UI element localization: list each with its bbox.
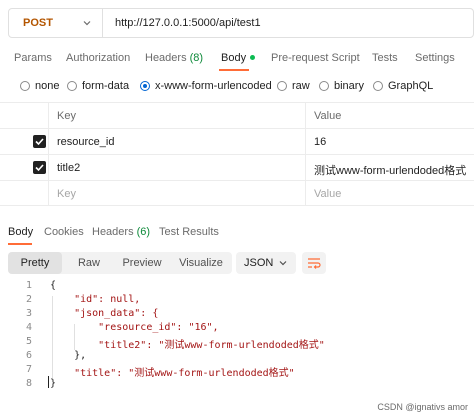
headers-count: (8) bbox=[189, 52, 204, 64]
code-line: "title2": "测试www-form-urlendoded格式" bbox=[50, 340, 325, 351]
value-header: Value bbox=[314, 110, 342, 122]
wrap-lines-button[interactable] bbox=[302, 252, 326, 274]
value-placeholder[interactable]: Value bbox=[314, 188, 341, 200]
view-preview-button[interactable]: Preview bbox=[114, 252, 170, 274]
view-raw-button[interactable]: Raw bbox=[64, 252, 114, 274]
chevron-down-icon bbox=[279, 261, 287, 266]
radio-raw[interactable]: raw bbox=[277, 80, 310, 92]
tab-response-body[interactable]: Body bbox=[8, 226, 33, 238]
key-header: Key bbox=[57, 110, 76, 122]
view-mode-group: Pretty Raw Preview Visualize bbox=[8, 252, 232, 274]
table-row: title2 测试www-form-urlendoded格式 bbox=[0, 154, 474, 180]
code-line: "json_data": { bbox=[50, 308, 159, 319]
tab-settings[interactable]: Settings bbox=[415, 52, 455, 64]
radio-binary[interactable]: binary bbox=[319, 80, 364, 92]
request-bar: POST http://127.0.0.1:5000/api/test1 bbox=[8, 8, 474, 38]
view-pretty-button[interactable]: Pretty bbox=[8, 252, 62, 274]
row-key[interactable]: resource_id bbox=[57, 136, 114, 148]
radio-icon bbox=[20, 81, 30, 91]
format-select[interactable]: JSON bbox=[236, 252, 296, 274]
code-line: "id": null, bbox=[50, 294, 141, 305]
tab-cookies[interactable]: Cookies bbox=[44, 226, 84, 238]
view-visualize-button[interactable]: Visualize bbox=[170, 252, 232, 274]
radio-form-data[interactable]: form-data bbox=[67, 80, 129, 92]
code-line: }, bbox=[50, 350, 87, 361]
row-value[interactable]: 16 bbox=[314, 136, 326, 148]
code-line: "resource_id": "16", bbox=[50, 322, 219, 333]
line-number: 1 bbox=[25, 280, 32, 291]
key-placeholder[interactable]: Key bbox=[57, 188, 76, 200]
radio-icon bbox=[67, 81, 77, 91]
line-number: 3 bbox=[25, 308, 32, 319]
radio-icon bbox=[277, 81, 287, 91]
wrap-lines-icon bbox=[308, 258, 321, 269]
code-line: } bbox=[50, 378, 57, 389]
text-cursor bbox=[48, 376, 49, 388]
url-input[interactable]: http://127.0.0.1:5000/api/test1 bbox=[103, 17, 261, 29]
line-number: 7 bbox=[25, 364, 32, 375]
radio-icon bbox=[373, 81, 383, 91]
body-status-dot bbox=[250, 54, 256, 60]
table-row: resource_id 16 bbox=[0, 128, 474, 154]
code-line: { bbox=[50, 280, 57, 291]
line-number: 8 bbox=[25, 378, 32, 389]
tab-pre-request-script[interactable]: Pre-request Script bbox=[271, 52, 360, 64]
tab-body[interactable]: Body bbox=[221, 52, 256, 64]
tab-authorization[interactable]: Authorization bbox=[66, 52, 130, 64]
watermark: CSDN @ignativs amor bbox=[377, 402, 468, 412]
line-number: 4 bbox=[25, 322, 32, 333]
format-label: JSON bbox=[244, 257, 274, 269]
radio-none[interactable]: none bbox=[20, 80, 59, 92]
table-row-placeholder: Key Value bbox=[0, 180, 474, 206]
response-active-tab-indicator bbox=[8, 243, 32, 245]
table-header: Key Value bbox=[0, 102, 474, 128]
tab-headers[interactable]: Headers (8) bbox=[145, 52, 203, 64]
radio-icon bbox=[319, 81, 329, 91]
row-value[interactable]: 测试www-form-urlendoded格式 bbox=[314, 162, 466, 178]
code-line: "title": "测试www-form-urlendoded格式" bbox=[50, 368, 295, 379]
radio-selected-icon bbox=[140, 81, 150, 91]
radio-graphql[interactable]: GraphQL bbox=[373, 80, 433, 92]
response-tabs: Body Cookies Headers (6) Test Results bbox=[0, 226, 474, 246]
response-headers-count: (6) bbox=[136, 226, 151, 238]
checkbox-checked-icon[interactable] bbox=[33, 135, 46, 148]
tab-response-headers[interactable]: Headers (6) bbox=[92, 226, 150, 238]
tab-test-results[interactable]: Test Results bbox=[159, 226, 219, 238]
line-number: 5 bbox=[25, 336, 32, 347]
row-key[interactable]: title2 bbox=[57, 162, 80, 174]
active-tab-indicator bbox=[219, 69, 249, 71]
chevron-down-icon bbox=[83, 21, 91, 26]
tab-tests[interactable]: Tests bbox=[372, 52, 398, 64]
tab-params[interactable]: Params bbox=[14, 52, 52, 64]
line-number: 6 bbox=[25, 350, 32, 361]
checkbox-checked-icon[interactable] bbox=[33, 161, 46, 174]
method-select[interactable]: POST bbox=[9, 9, 103, 37]
radio-x-www-form-urlencoded[interactable]: x-www-form-urlencoded bbox=[140, 80, 272, 92]
method-label: POST bbox=[23, 17, 53, 29]
line-number: 2 bbox=[25, 294, 32, 305]
